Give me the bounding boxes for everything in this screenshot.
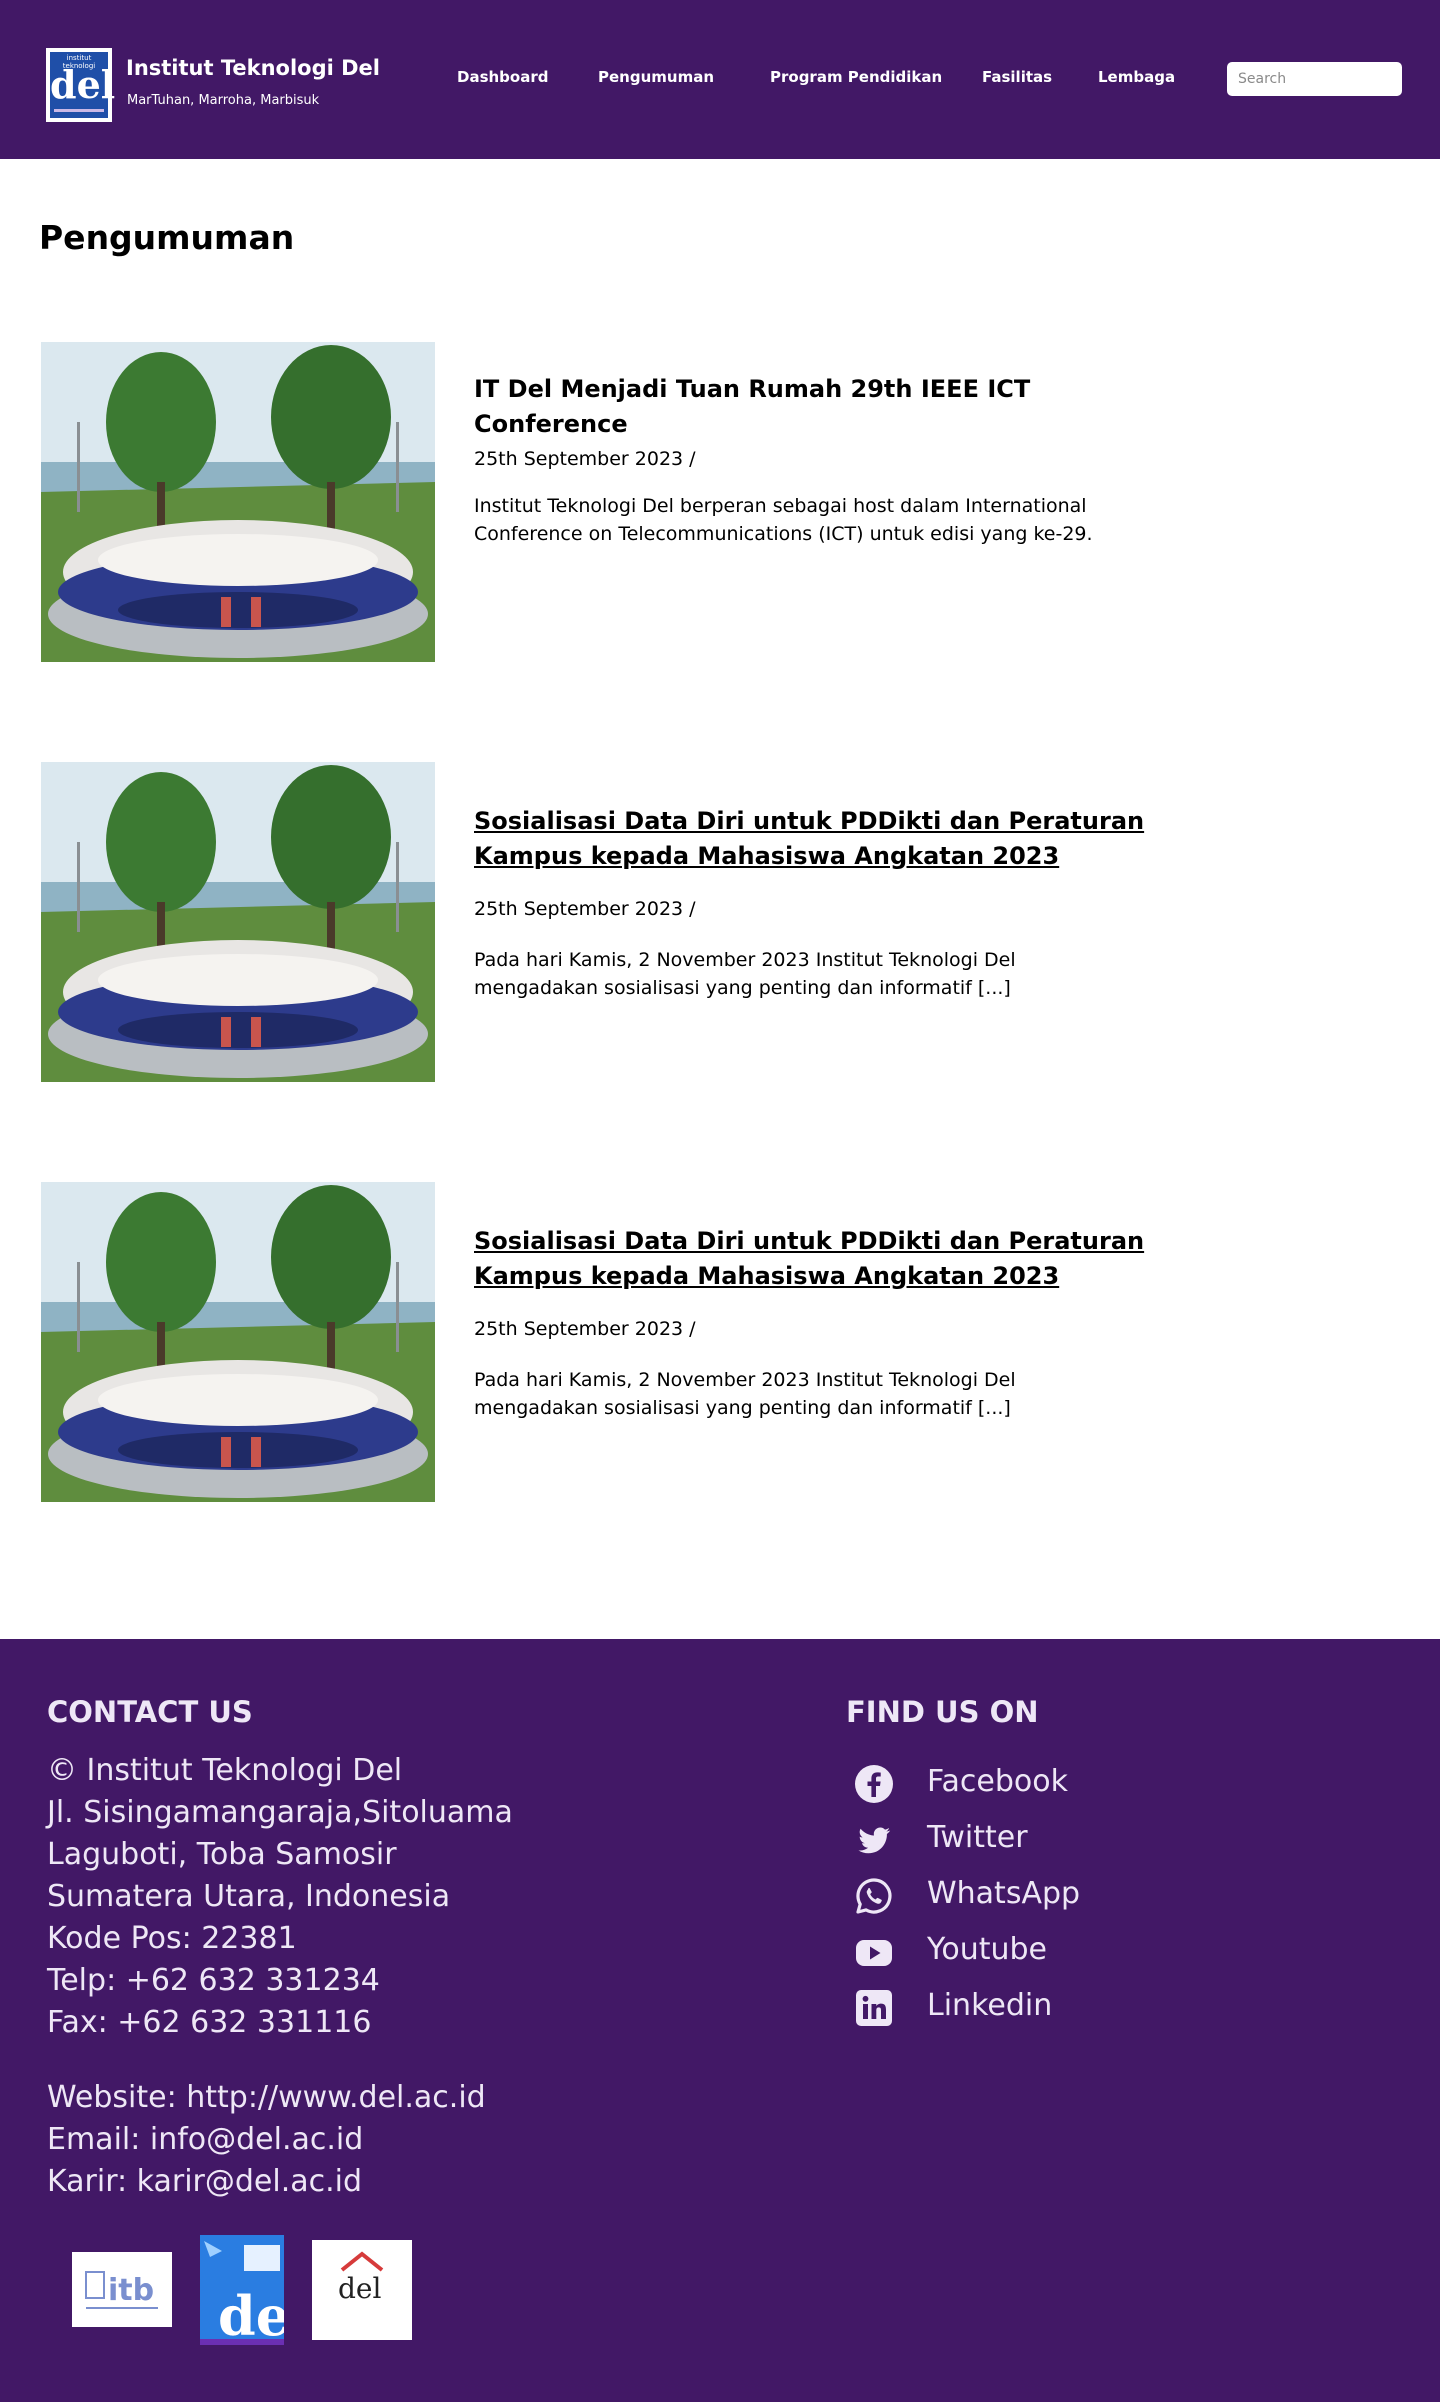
social-linkedin-link[interactable]: Linkedin [850, 1984, 1170, 2028]
find-us-heading: FIND US ON [846, 1695, 1039, 1729]
nav-pengumuman[interactable]: Pengumuman [598, 68, 714, 86]
announcement-title-link[interactable]: Sosialisasi Data Diri untuk PDDikti dan … [474, 1224, 1164, 1294]
announcement-date: 25th September 2023 / [474, 1318, 696, 1340]
group-photo[interactable] [41, 1182, 435, 1502]
group-photo[interactable] [41, 342, 435, 662]
address-line: Telp: +62 632 331234 [47, 1963, 380, 1998]
announcement-title[interactable]: IT Del Menjadi Tuan Rumah 29th IEEE ICT … [474, 372, 1164, 442]
social-whatsapp-link[interactable]: WhatsApp [850, 1872, 1170, 1916]
nav-program-pendidikan[interactable]: Program Pendidikan [770, 68, 942, 86]
address-line: Fax: +62 632 331116 [47, 2005, 372, 2040]
group-photo-illustration [41, 342, 435, 662]
whatsapp-icon [854, 1876, 894, 1916]
itb-logo[interactable]: itb [72, 2252, 172, 2327]
sma-unggul-del-graphic: del [200, 2235, 311, 2348]
announcement-date: 25th September 2023 / [474, 898, 696, 920]
social-label: Youtube [927, 1932, 1047, 1967]
email-link[interactable]: Email: info@del.ac.id [47, 2119, 363, 2161]
yayasan-del-graphic: del [338, 2251, 384, 2305]
del-logo[interactable]: institut teknologi del [46, 48, 116, 122]
nav-fasilitas[interactable]: Fasilitas [982, 68, 1052, 86]
address-line: Jl. Sisingamangaraja,Sitoluama [47, 1795, 513, 1830]
svg-text:itb: itb [108, 2273, 154, 2308]
address-line: Laguboti, Toba Samosir [47, 1837, 397, 1872]
announcement-date: 25th September 2023 / [474, 448, 696, 470]
address-line: Sumatera Utara, Indonesia [47, 1879, 451, 1914]
site-header: institut teknologi del Institut Teknolog… [0, 0, 1440, 159]
social-label: WhatsApp [927, 1876, 1081, 1911]
social-label: Facebook [927, 1764, 1068, 1799]
social-label: Linkedin [927, 1988, 1053, 2023]
facebook-icon [854, 1764, 894, 1804]
page-title: Pengumuman [39, 218, 295, 257]
announcement-title-link[interactable]: Sosialisasi Data Diri untuk PDDikti dan … [474, 804, 1164, 874]
itb-logo-graphic: itb [85, 2271, 158, 2309]
brand-tagline: MarTuhan, Marroha, Marbisuk [127, 93, 320, 108]
announcement-excerpt: Institut Teknologi Del berperan sebagai … [474, 495, 1093, 545]
social-twitter-link[interactable]: Twitter [850, 1816, 1170, 1860]
nav-lembaga[interactable]: Lembaga [1098, 68, 1175, 86]
group-photo-illustration [41, 762, 435, 1082]
nav-dashboard[interactable]: Dashboard [457, 68, 548, 86]
group-photo[interactable] [41, 762, 435, 1082]
brand-name[interactable]: Institut Teknologi Del [126, 56, 380, 80]
announcement-excerpt: Pada hari Kamis, 2 November 2023 Institu… [474, 949, 1016, 999]
svg-text:del: del [338, 2272, 381, 2305]
address-line: © Institut Teknologi Del [47, 1753, 403, 1788]
svg-text:del: del [218, 2284, 284, 2345]
career-email-link[interactable]: Karir: karir@del.ac.id [47, 2161, 362, 2203]
contact-heading: CONTACT US [47, 1695, 253, 1729]
yayasan-del-logo[interactable]: del [312, 2240, 412, 2340]
site-footer: CONTACT US © Institut Teknologi Del Jl. … [0, 1639, 1440, 2402]
search-input[interactable] [1227, 62, 1402, 96]
sma-unggul-del-logo[interactable]: del [200, 2235, 311, 2348]
social-youtube-link[interactable]: Youtube [850, 1928, 1170, 1972]
website-link[interactable]: Website: http://www.del.ac.id [47, 2077, 486, 2119]
linkedin-icon [854, 1988, 894, 2028]
logo-text: del [50, 62, 116, 107]
address-line: Kode Pos: 22381 [47, 1921, 297, 1956]
youtube-icon [854, 1932, 894, 1972]
twitter-icon [854, 1820, 894, 1860]
group-photo-illustration [41, 1182, 435, 1502]
social-label: Twitter [927, 1820, 1028, 1855]
social-facebook-link[interactable]: Facebook [850, 1760, 1170, 1804]
announcement-excerpt: Pada hari Kamis, 2 November 2023 Institu… [474, 1369, 1016, 1419]
